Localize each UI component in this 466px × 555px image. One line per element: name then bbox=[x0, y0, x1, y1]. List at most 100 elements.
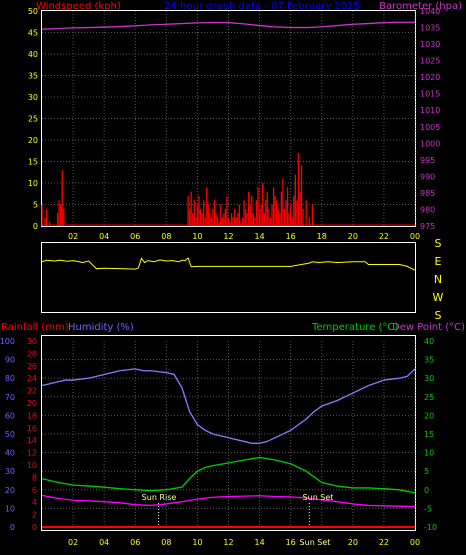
temperature-line bbox=[41, 456, 416, 494]
temperature-tick-label: 15 bbox=[424, 430, 434, 439]
windspeed-tick-label: 50 bbox=[28, 7, 38, 16]
rainfall-tick-label: 28 bbox=[27, 349, 37, 358]
humidity-tick-label: 30 bbox=[5, 467, 15, 476]
barometer-tick-label: 975 bbox=[420, 222, 435, 231]
temperature-tick-label: 35 bbox=[424, 356, 434, 365]
humidity-tick-label: 80 bbox=[5, 374, 15, 383]
windspeed-tick-label: 0 bbox=[33, 222, 38, 231]
lower-time-tick-label: 16 bbox=[286, 538, 296, 547]
barometer-tick-label: 980 bbox=[420, 205, 435, 214]
wind-time-tick-label: 08 bbox=[161, 232, 171, 241]
temperature-tick-label: -5 bbox=[424, 504, 432, 513]
humidity-tick-label: 100 bbox=[0, 337, 15, 346]
humidity-tick-label: 60 bbox=[5, 411, 15, 420]
rainfall-tick-label: 18 bbox=[27, 411, 37, 420]
dir-label-s-bottom: S bbox=[435, 309, 442, 322]
windspeed-tick-label: 20 bbox=[28, 136, 38, 145]
windspeed-tick-label: 25 bbox=[28, 115, 38, 124]
windspeed-tick-label: 45 bbox=[28, 29, 38, 38]
wind-time-tick-label: 12 bbox=[223, 232, 233, 241]
windspeed-tick-label: 35 bbox=[28, 72, 38, 81]
barometer-tick-label: 1000 bbox=[420, 139, 440, 148]
direction-panel bbox=[41, 242, 416, 313]
barometer-tick-label: 995 bbox=[420, 156, 435, 165]
wind-direction-line bbox=[41, 257, 416, 271]
lower-time-tick-label: 04 bbox=[99, 538, 109, 547]
wind-time-tick-label: 20 bbox=[348, 232, 358, 241]
windspeed-tick-label: 30 bbox=[28, 93, 38, 102]
humidity-tick-label: 20 bbox=[5, 486, 15, 495]
wind-time-tick-label: 22 bbox=[379, 232, 389, 241]
lower-time-tick-label: 22 bbox=[379, 538, 389, 547]
dir-label-w: W bbox=[433, 291, 444, 304]
wind-time-tick-label: 14 bbox=[254, 232, 264, 241]
windspeed-tick-label: 5 bbox=[33, 201, 38, 210]
sunset-label: Sun Set bbox=[303, 493, 334, 502]
lower-time-tick-label: 06 bbox=[130, 538, 140, 547]
lower-time-tick-label: 00 bbox=[410, 538, 420, 547]
sunset-axis-label: Sun Set bbox=[300, 538, 331, 547]
wind-time-tick-label: 18 bbox=[317, 232, 327, 241]
lower-time-tick-label: 12 bbox=[223, 538, 233, 547]
dir-label-n: N bbox=[434, 273, 442, 286]
rainfall-tick-label: 4 bbox=[32, 498, 37, 507]
rainfall-tick-label: 8 bbox=[32, 473, 37, 482]
wind-time-tick-label: 02 bbox=[68, 232, 78, 241]
windspeed-tick-label: 15 bbox=[28, 158, 38, 167]
rainfall-axis-title: Rainfall (mm) bbox=[1, 322, 69, 333]
barometer-tick-label: 1025 bbox=[420, 57, 440, 66]
temperature-axis-title: Temperature (°C) bbox=[311, 322, 398, 333]
temperature-tick-label: 25 bbox=[424, 393, 434, 402]
rainfall-tick-label: 20 bbox=[27, 399, 37, 408]
humidity-tick-label: 70 bbox=[5, 393, 15, 402]
windspeed-tick-label: 40 bbox=[28, 50, 38, 59]
barometer-tick-label: 1005 bbox=[420, 123, 440, 132]
humidity-axis-title: Humidity (%) bbox=[68, 322, 134, 333]
barometer-tick-label: 1030 bbox=[420, 40, 440, 49]
rainfall-tick-label: 30 bbox=[27, 337, 37, 346]
temperature-tick-label: 40 bbox=[424, 337, 434, 346]
windspeed-tick-label: 10 bbox=[28, 179, 38, 188]
temperature-tick-label: 10 bbox=[424, 449, 434, 458]
rainfall-tick-label: 10 bbox=[27, 461, 37, 470]
weather-chart: Windspeed (kph) 24 hour graph data - 07 … bbox=[0, 1, 465, 547]
barometer-tick-label: 1040 bbox=[420, 7, 440, 16]
temperature-tick-label: 5 bbox=[424, 467, 429, 476]
humidity-tick-label: 90 bbox=[5, 356, 15, 365]
humidity-tick-label: 40 bbox=[5, 449, 15, 458]
barometer-tick-label: 990 bbox=[420, 172, 435, 181]
dir-label-s-top: S bbox=[435, 237, 442, 250]
wind-time-tick-label: 16 bbox=[286, 232, 296, 241]
lower-time-tick-label: 02 bbox=[68, 538, 78, 547]
rainfall-tick-label: 0 bbox=[32, 523, 37, 532]
barometer-tick-label: 1020 bbox=[420, 73, 440, 82]
sunrise-label: Sun Rise bbox=[142, 493, 177, 502]
barometer-tick-label: 1010 bbox=[420, 106, 440, 115]
rainfall-tick-label: 14 bbox=[27, 436, 37, 445]
lower-time-tick-label: 14 bbox=[254, 538, 264, 547]
dewpoint-axis-title: Dew Point (°C) bbox=[392, 322, 465, 333]
rainfall-tick-label: 2 bbox=[32, 511, 37, 520]
rainfall-tick-label: 6 bbox=[32, 486, 37, 495]
temperature-tick-label: 20 bbox=[424, 411, 434, 420]
dir-label-e: E bbox=[435, 255, 442, 268]
rainfall-tick-label: 12 bbox=[27, 449, 37, 458]
rainfall-tick-label: 24 bbox=[27, 374, 37, 383]
rainfall-tick-label: 16 bbox=[27, 424, 37, 433]
humidity-tick-label: 0 bbox=[10, 523, 15, 532]
lower-time-tick-label: 08 bbox=[161, 538, 171, 547]
barometer-tick-label: 985 bbox=[420, 189, 435, 198]
lower-time-tick-label: 10 bbox=[192, 538, 202, 547]
wind-time-tick-label: 10 bbox=[192, 232, 202, 241]
rainfall-tick-label: 22 bbox=[27, 387, 37, 396]
lower-time-tick-label: 20 bbox=[348, 538, 358, 547]
humidity-tick-label: 50 bbox=[5, 430, 15, 439]
temperature-tick-label: 30 bbox=[424, 374, 434, 383]
wind-time-tick-label: 04 bbox=[99, 232, 109, 241]
wind-time-tick-label: 00 bbox=[410, 232, 420, 241]
wind-time-tick-label: 06 bbox=[130, 232, 140, 241]
barometer-tick-label: 1035 bbox=[420, 24, 440, 33]
temperature-tick-label: 0 bbox=[424, 486, 429, 495]
temperature-tick-label: -10 bbox=[424, 523, 437, 532]
humidity-tick-label: 10 bbox=[5, 504, 15, 513]
